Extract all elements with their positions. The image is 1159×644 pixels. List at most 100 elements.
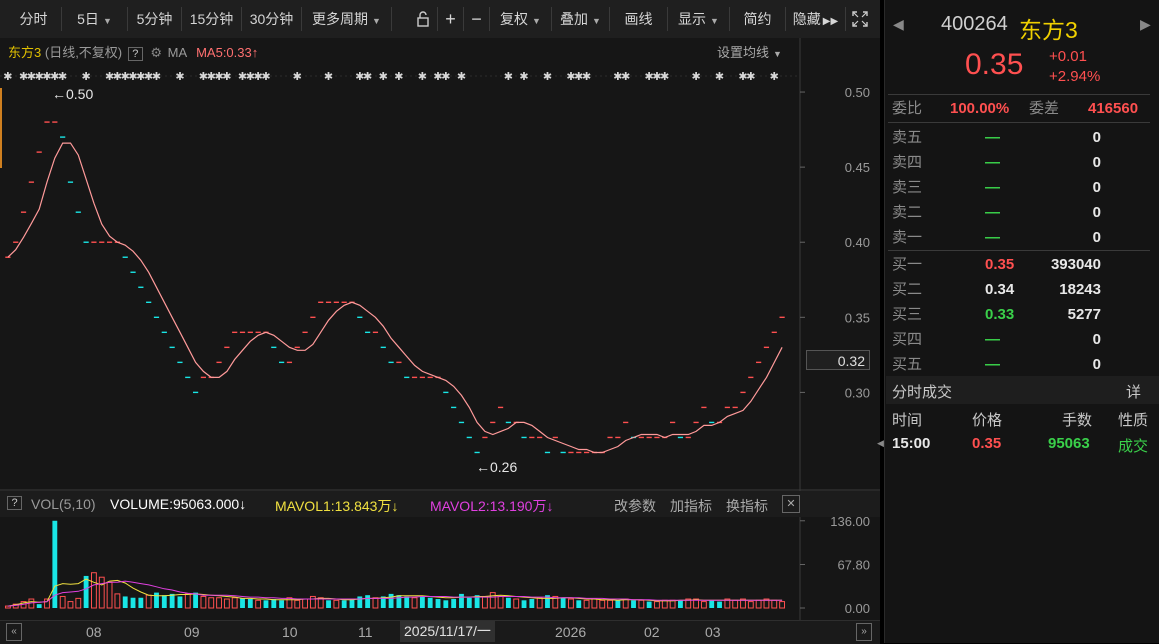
tab-5min[interactable]: 5分钟 xyxy=(128,7,182,31)
prev-stock-icon[interactable]: ◀ xyxy=(893,16,904,33)
volume-bar xyxy=(341,600,347,608)
tab-15min[interactable]: 15分钟 xyxy=(182,7,242,31)
tab-more-periods[interactable]: 更多周期 ▼ xyxy=(302,7,392,31)
low-price-label: 0.26 xyxy=(490,459,518,475)
sell_orders-label: 卖五 xyxy=(892,129,923,146)
tab-fenshi[interactable]: 分时 xyxy=(6,7,62,31)
tab-30min[interactable]: 30分钟 xyxy=(242,7,302,31)
ma-settings-button[interactable]: 设置均线 ▼ xyxy=(717,42,782,61)
divider xyxy=(888,122,1150,123)
chevron-down-icon: ▼ xyxy=(592,16,601,26)
gear-icon[interactable]: ⚙ xyxy=(150,45,162,60)
modify-params-button[interactable]: 改参数 xyxy=(614,496,656,516)
tab-5day[interactable]: 5日 ▼ xyxy=(62,7,128,31)
volume-bar xyxy=(36,604,42,608)
divider xyxy=(888,250,1150,251)
volume-bar xyxy=(513,598,520,609)
fullscreen-button[interactable] xyxy=(846,7,874,31)
sell_orders-label: 卖二 xyxy=(892,204,923,221)
high-price-label: 0.50 xyxy=(66,86,94,102)
volume-bar xyxy=(114,593,121,609)
zoom-out-button[interactable]: − xyxy=(464,7,490,31)
sell_orders-volume: 0 xyxy=(1092,229,1101,246)
sell_orders-volume: 0 xyxy=(1092,154,1101,171)
ma5-line xyxy=(7,142,783,454)
down-arrow-icon: ↓ xyxy=(391,498,399,514)
simple-mode-button[interactable]: 简约 xyxy=(730,7,786,31)
zoom-in-button[interactable]: + xyxy=(438,7,464,31)
volume-bar xyxy=(646,601,652,608)
high-annotation: ←0.50 xyxy=(52,86,93,102)
close-icon[interactable]: ✕ xyxy=(782,495,800,513)
buy_orders-price: 0.34 xyxy=(985,281,1015,298)
volume-bar xyxy=(709,600,715,608)
mavol2-text: MAVOL2:13.190万 xyxy=(430,498,547,514)
weibi-value: 100.00% xyxy=(950,100,1010,117)
arrow-left-icon: ← xyxy=(52,86,66,102)
draw-line-button[interactable]: 画线 xyxy=(610,7,668,31)
hide-button[interactable]: 隐藏 ▶▶ xyxy=(786,7,846,31)
help-icon[interactable]: ? xyxy=(127,47,143,61)
signal-marker: ✱ xyxy=(3,71,12,83)
volume-bar xyxy=(560,597,566,608)
scroll-left-icon[interactable]: « xyxy=(6,623,22,641)
volume-bar xyxy=(435,599,441,608)
volume-bar xyxy=(669,599,676,609)
volume-bar xyxy=(326,600,331,608)
trades-col-type: 性质 xyxy=(1118,412,1149,429)
down-arrow-icon: ↓ xyxy=(546,498,554,514)
volume-bar xyxy=(247,599,253,608)
volume-bar xyxy=(427,597,433,608)
price-tick-label: 0.35 xyxy=(845,310,870,325)
volume-bar xyxy=(67,601,74,609)
volume-bar xyxy=(302,598,308,609)
volume-bar xyxy=(388,593,394,608)
buy_orders-volume: 5277 xyxy=(1067,306,1101,323)
signal-marker: ✱ xyxy=(175,71,184,83)
price-tick-label: 0.30 xyxy=(845,385,870,400)
signal-marker: ✱ xyxy=(746,71,755,83)
add-indicator-button[interactable]: 加指标 xyxy=(670,496,712,516)
x-label-08: 08 xyxy=(86,624,102,640)
volume-bar xyxy=(622,598,629,609)
help-icon[interactable]: ? xyxy=(7,496,22,510)
buy_orders-price: — xyxy=(985,356,1000,373)
price-change-pct: +2.94% xyxy=(1049,68,1101,85)
sell_orders-price: — xyxy=(985,229,1000,246)
switch-indicator-button[interactable]: 换指标 xyxy=(726,496,768,516)
fuquan-button[interactable]: 复权 ▼ xyxy=(490,7,552,31)
display-button[interactable]: 显示 ▼ xyxy=(668,7,730,31)
volume-bar xyxy=(357,596,363,608)
volume-bar xyxy=(255,599,262,609)
signal-marker: ✱ xyxy=(504,71,513,83)
fullscreen-icon xyxy=(852,11,868,27)
buy_orders-label: 买五 xyxy=(892,356,923,373)
trade-type: 成交 xyxy=(1118,438,1149,455)
volume-bar xyxy=(505,597,511,608)
buy_orders-label: 买一 xyxy=(892,256,923,273)
volume-tick-label: 0.00 xyxy=(845,601,870,616)
trade-price: 0.35 xyxy=(972,435,1002,452)
sell_orders-price: — xyxy=(985,204,1000,221)
next-stock-icon[interactable]: ▶ xyxy=(1140,16,1151,33)
volume-bar xyxy=(771,599,778,609)
overlay-button[interactable]: 叠加 ▼ xyxy=(552,7,610,31)
buy_orders-price: 0.35 xyxy=(985,256,1015,273)
volume-bar xyxy=(536,597,543,609)
tab-5day-label: 5日 xyxy=(77,11,99,27)
weicha-label: 委差 xyxy=(1029,100,1060,117)
buy_orders-label: 买三 xyxy=(892,306,923,323)
up-arrow-icon: ↑ xyxy=(251,45,259,60)
volume-bar xyxy=(372,597,379,609)
collapse-icon[interactable]: ◀ xyxy=(877,438,884,449)
volume-bar xyxy=(193,592,199,608)
trades-detail-button[interactable]: 详 xyxy=(1126,381,1141,402)
scroll-right-icon[interactable]: » xyxy=(856,623,872,641)
volume-bar xyxy=(154,592,159,608)
volume-bar xyxy=(91,572,97,609)
lock-button[interactable] xyxy=(408,7,438,31)
stock-label: 东方3 xyxy=(8,45,42,60)
volume-bar xyxy=(333,599,340,609)
trades-col-price: 价格 xyxy=(972,412,1003,429)
volume-bar xyxy=(75,597,82,609)
